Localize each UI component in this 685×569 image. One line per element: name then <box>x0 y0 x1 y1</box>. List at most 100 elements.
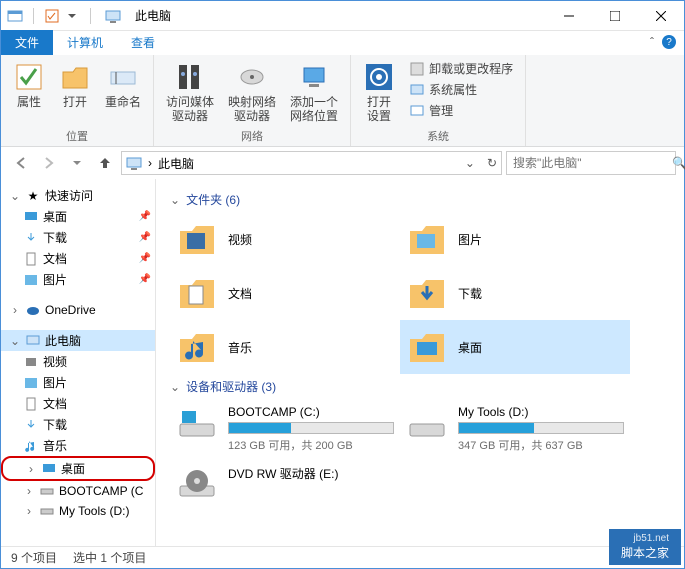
app-icon <box>7 8 23 24</box>
properties-icon <box>13 61 45 93</box>
minimize-button[interactable] <box>546 1 592 31</box>
tree-downloads[interactable]: 下载📌 <box>1 227 155 248</box>
tab-view[interactable]: 查看 <box>117 30 169 55</box>
document-icon <box>23 251 39 267</box>
drive-icon <box>406 405 448 447</box>
picture-icon <box>23 272 39 288</box>
tree-onedrive[interactable]: ›OneDrive <box>1 300 155 320</box>
address-bar[interactable]: › 此电脑 ⌄ ↻ <box>121 151 502 175</box>
group-location: 位置 <box>9 128 145 144</box>
folder-music-icon <box>176 326 218 368</box>
drive-e[interactable]: DVD RW 驱动器 (E:) <box>170 459 400 513</box>
picture-icon <box>23 375 39 391</box>
maximize-button[interactable] <box>592 1 638 31</box>
tree-this-pc[interactable]: ⌄此电脑 <box>1 330 155 351</box>
qa-properties-icon[interactable] <box>44 8 60 24</box>
sysprop-icon <box>409 82 425 98</box>
back-button[interactable] <box>9 151 33 175</box>
drive-c-bar <box>228 422 394 434</box>
address-dropdown-icon[interactable]: ⌄ <box>465 156 475 170</box>
video-icon <box>23 354 39 370</box>
recent-dropdown-icon[interactable] <box>65 151 89 175</box>
pin-icon: 📌 <box>139 274 151 285</box>
content-pane[interactable]: ⌄文件夹 (6) 视频 图片 文档 下载 音乐 桌面 ⌄设备和驱动器 (3) B… <box>156 179 684 546</box>
search-input[interactable] <box>513 156 668 170</box>
section-drives[interactable]: ⌄设备和驱动器 (3) <box>170 374 670 399</box>
drive-c[interactable]: BOOTCAMP (C:) 123 GB 可用，共 200 GB <box>170 399 400 459</box>
add-network-icon <box>298 61 330 93</box>
folder-download-icon <box>406 272 448 314</box>
map-drive-button[interactable]: 映射网络驱动器 <box>224 59 280 126</box>
tab-computer[interactable]: 计算机 <box>53 30 117 55</box>
refresh-icon[interactable]: ↻ <box>487 156 497 170</box>
tree-quick-access[interactable]: ⌄★快速访问 <box>1 185 155 206</box>
address-chevron-icon[interactable]: › <box>148 156 152 170</box>
download-icon <box>23 417 39 433</box>
search-icon[interactable]: 🔍 <box>672 156 685 170</box>
uninstall-button[interactable]: 卸载或更改程序 <box>405 59 517 78</box>
pin-icon: 📌 <box>139 253 151 264</box>
desktop-icon <box>23 209 39 225</box>
pin-icon: 📌 <box>139 232 151 243</box>
help-icon[interactable]: ? <box>662 35 676 49</box>
rename-button[interactable]: 重命名 <box>101 59 145 111</box>
folder-video-icon <box>176 218 218 260</box>
chevron-down-icon: ⌄ <box>170 193 180 207</box>
music-icon <box>23 438 39 454</box>
status-count: 9 个项目 <box>11 549 57 566</box>
sysprop-button[interactable]: 系统属性 <box>405 80 517 99</box>
open-settings-button[interactable]: 打开设置 <box>359 59 399 126</box>
tree-bootcamp[interactable]: ›BOOTCAMP (C <box>1 481 155 501</box>
group-network: 网络 <box>162 128 342 144</box>
pin-icon: 📌 <box>139 211 151 222</box>
manage-button[interactable]: 管理 <box>405 101 517 120</box>
tree-downloads-2[interactable]: 下载 <box>1 414 155 435</box>
folder-document-icon <box>176 272 218 314</box>
chevron-down-icon: ⌄ <box>170 380 180 394</box>
desktop-icon <box>41 461 57 477</box>
tab-file[interactable]: 文件 <box>1 30 53 55</box>
group-system: 系统 <box>359 128 517 144</box>
onedrive-icon <box>25 302 41 318</box>
folder-picture-icon <box>406 218 448 260</box>
folder-documents[interactable]: 文档 <box>170 266 400 320</box>
document-icon <box>23 396 39 412</box>
tree-documents[interactable]: 文档📌 <box>1 248 155 269</box>
folder-desktop-icon <box>406 326 448 368</box>
folder-videos[interactable]: 视频 <box>170 212 400 266</box>
properties-button[interactable]: 属性 <box>9 59 49 111</box>
media-button[interactable]: 访问媒体驱动器 <box>162 59 218 126</box>
pc-icon <box>25 333 41 349</box>
tree-desktop[interactable]: 桌面📌 <box>1 206 155 227</box>
media-icon <box>174 61 206 93</box>
tree-mytools[interactable]: ›My Tools (D:) <box>1 501 155 521</box>
drive-d-bar <box>458 422 624 434</box>
folder-pictures[interactable]: 图片 <box>400 212 630 266</box>
tree-videos[interactable]: 视频 <box>1 351 155 372</box>
nav-tree[interactable]: ⌄★快速访问 桌面📌 下载📌 文档📌 图片📌 ›OneDrive ⌄此电脑 视频… <box>1 179 156 546</box>
up-button[interactable] <box>93 151 117 175</box>
open-button[interactable]: 打开 <box>55 59 95 111</box>
ribbon-collapse-icon[interactable]: ˆ <box>650 35 654 49</box>
drive-d[interactable]: My Tools (D:) 347 GB 可用，共 637 GB <box>400 399 630 459</box>
breadcrumb[interactable]: 此电脑 <box>158 155 194 172</box>
forward-button[interactable] <box>37 151 61 175</box>
add-network-button[interactable]: 添加一个网络位置 <box>286 59 342 126</box>
search-box[interactable]: 🔍 <box>506 151 676 175</box>
tree-music[interactable]: 音乐 <box>1 435 155 456</box>
rename-icon <box>107 61 139 93</box>
folder-downloads[interactable]: 下载 <box>400 266 630 320</box>
folder-desktop[interactable]: 桌面 <box>400 320 630 374</box>
close-button[interactable] <box>638 1 684 31</box>
watermark: jb51.net 脚本之家 <box>609 529 681 565</box>
tree-desktop-2[interactable]: ›桌面 <box>1 456 155 481</box>
tree-pictures[interactable]: 图片📌 <box>1 269 155 290</box>
qa-dropdown-icon[interactable] <box>64 8 80 24</box>
tree-pictures-2[interactable]: 图片 <box>1 372 155 393</box>
section-folders[interactable]: ⌄文件夹 (6) <box>170 187 670 212</box>
status-selected: 选中 1 个项目 <box>73 549 146 566</box>
settings-icon <box>363 61 395 93</box>
folder-music[interactable]: 音乐 <box>170 320 400 374</box>
open-icon <box>59 61 91 93</box>
tree-documents-2[interactable]: 文档 <box>1 393 155 414</box>
